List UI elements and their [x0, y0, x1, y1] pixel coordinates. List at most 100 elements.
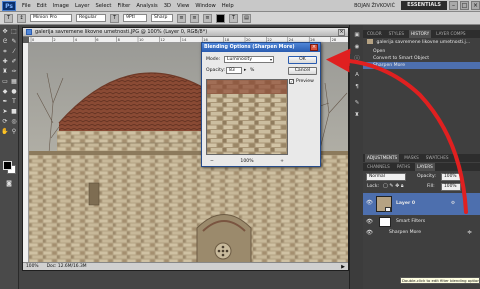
- preview-option[interactable]: ✓ Preview: [289, 79, 314, 84]
- status-menu-arrow-icon[interactable]: ▶: [341, 264, 345, 270]
- marquee-tool-icon[interactable]: ⬚: [10, 28, 18, 36]
- font-family-select[interactable]: Minion Pro: [30, 14, 72, 22]
- tab-adjustments[interactable]: ADJUSTMENTS: [365, 154, 400, 162]
- zoom-tool-icon[interactable]: ⚲: [10, 128, 18, 136]
- eye-icon[interactable]: 👁︎: [366, 219, 373, 225]
- tab-swatches[interactable]: SWATCHES: [424, 154, 451, 162]
- clone-source-icon[interactable]: ♜: [353, 111, 361, 119]
- menu-image[interactable]: Image: [50, 3, 72, 9]
- ok-button[interactable]: OK: [288, 56, 317, 64]
- foreground-color-swatch[interactable]: [3, 161, 12, 170]
- mini-bridge-icon[interactable]: ▣: [353, 31, 361, 39]
- document-close-icon[interactable]: ×: [338, 28, 345, 36]
- close-icon[interactable]: ×: [471, 1, 480, 10]
- tab-layer-comps[interactable]: LAYER COMPS: [434, 30, 467, 38]
- smart-filters-row[interactable]: 👁︎ Smart Filters: [363, 215, 480, 229]
- minimize-icon[interactable]: –: [449, 1, 458, 10]
- path-select-tool-icon[interactable]: ➤: [1, 108, 9, 116]
- workspace-button[interactable]: ESSENTIALS: [401, 1, 447, 10]
- eyedropper-tool-icon[interactable]: ⁄: [10, 48, 18, 56]
- cancel-button[interactable]: Cancel: [288, 67, 317, 75]
- hand-tool-icon[interactable]: ✋: [1, 128, 9, 136]
- character-icon[interactable]: A: [353, 71, 361, 79]
- pen-tool-icon[interactable]: ✒: [1, 98, 9, 106]
- brush-tool-icon[interactable]: ✐: [10, 58, 18, 66]
- text-color-swatch[interactable]: [216, 13, 225, 23]
- menu-select[interactable]: Select: [92, 3, 114, 9]
- preview-checkbox[interactable]: ✓: [289, 79, 294, 84]
- filter-mask-thumbnail[interactable]: [379, 217, 391, 227]
- 3d-rotate-tool-icon[interactable]: ⟳: [1, 118, 9, 126]
- history-item[interactable]: Open: [363, 48, 480, 55]
- blur-tool-icon[interactable]: ◆: [1, 88, 9, 96]
- navigator-icon[interactable]: ◉: [353, 43, 361, 51]
- history-item[interactable]: Convert to Smart Object: [363, 55, 480, 62]
- move-tool-icon[interactable]: ✥: [1, 28, 9, 36]
- smart-filter-sharpen-more[interactable]: 👁︎ Sharpen More ≑: [363, 229, 480, 238]
- lock-icons[interactable]: ▢ ✎ ✥ 🔒︎: [383, 183, 404, 189]
- character-panel-icon[interactable]: ▤: [242, 13, 251, 23]
- dodge-tool-icon[interactable]: ●: [10, 88, 18, 96]
- menu-edit[interactable]: Edit: [34, 3, 50, 9]
- menu-3d[interactable]: 3D: [161, 3, 174, 9]
- font-size-select[interactable]: 9Ptl: [123, 14, 147, 22]
- crop-tool-icon[interactable]: ⌗: [1, 48, 9, 56]
- align-right-icon[interactable]: ≡: [203, 13, 212, 23]
- tab-color[interactable]: COLOR: [365, 30, 384, 38]
- menu-help[interactable]: Help: [219, 3, 237, 9]
- menu-layer[interactable]: Layer: [72, 3, 92, 9]
- menu-window[interactable]: Window: [192, 3, 218, 9]
- layers-opacity-input[interactable]: 100%: [441, 173, 461, 181]
- menu-view[interactable]: View: [174, 3, 192, 9]
- opacity-stepper-icon[interactable]: ▸: [244, 68, 246, 73]
- tab-paths[interactable]: PATHS: [395, 163, 412, 171]
- dialog-titlebar[interactable]: Blending Options (Sharpen More) ×: [202, 43, 320, 52]
- blending-options-icon[interactable]: ≑: [467, 229, 472, 236]
- options-bar: T ↕ Minion Pro Regular T 9Ptl Sharp ≡ ≡ …: [0, 12, 480, 25]
- tab-history[interactable]: HISTORY: [409, 30, 432, 38]
- history-brush-tool-icon[interactable]: ✑: [10, 68, 18, 76]
- clone-stamp-tool-icon[interactable]: ♜: [1, 68, 9, 76]
- menu-filter[interactable]: Filter: [114, 3, 133, 9]
- type-tool-icon[interactable]: T: [10, 98, 18, 106]
- maximize-icon[interactable]: □: [460, 1, 469, 10]
- history-item-selected[interactable]: Sharpen More: [363, 62, 480, 69]
- blend-mode-select[interactable]: Normal: [366, 173, 406, 181]
- mode-select[interactable]: Luminosity ▾: [224, 56, 274, 63]
- lasso-tool-icon[interactable]: ᘓ: [1, 38, 9, 46]
- gradient-tool-icon[interactable]: ▦: [10, 78, 18, 86]
- zoom-out-button[interactable]: −: [210, 159, 214, 164]
- document-titlebar[interactable]: galerija savremene likovne umetnosti.JPG…: [23, 28, 348, 37]
- eye-icon[interactable]: 👁︎: [366, 230, 373, 236]
- shape-tool-icon[interactable]: ■: [10, 108, 18, 116]
- opacity-input[interactable]: 83: [226, 67, 242, 74]
- filter-preview-image[interactable]: [206, 79, 288, 155]
- dialog-close-icon[interactable]: ×: [310, 44, 318, 51]
- orientation-toggle-icon[interactable]: ↕: [17, 13, 26, 23]
- info-icon[interactable]: ⓘ: [353, 55, 361, 63]
- tab-masks[interactable]: MASKS: [402, 154, 421, 162]
- antialias-select[interactable]: Sharp: [151, 14, 173, 22]
- tab-styles[interactable]: STYLES: [387, 30, 406, 38]
- quick-mask-icon[interactable]: ◙: [5, 180, 13, 188]
- healing-tool-icon[interactable]: ✚: [1, 58, 9, 66]
- menu-file[interactable]: File: [19, 3, 34, 9]
- fill-input[interactable]: 100%: [441, 183, 461, 191]
- zoom-level[interactable]: 100%: [26, 264, 39, 269]
- warp-text-icon[interactable]: T: [229, 13, 238, 23]
- tab-channels[interactable]: CHANNELS: [365, 163, 392, 171]
- brush-presets-icon[interactable]: ✎: [353, 99, 361, 107]
- quick-select-tool-icon[interactable]: ✎: [10, 38, 18, 46]
- menu-analysis[interactable]: Analysis: [133, 3, 160, 9]
- zoom-in-button[interactable]: +: [280, 159, 284, 164]
- align-center-icon[interactable]: ≡: [190, 13, 199, 23]
- paragraph-icon[interactable]: ¶: [353, 83, 361, 91]
- eye-icon[interactable]: 👁︎: [366, 200, 373, 206]
- align-left-icon[interactable]: ≡: [177, 13, 186, 23]
- layer-row-layer-0[interactable]: 👁︎ Layer 0 ⚙︎: [363, 193, 480, 215]
- eraser-tool-icon[interactable]: ▭: [1, 78, 9, 86]
- tab-layers[interactable]: LAYERS: [415, 163, 435, 171]
- 3d-orbit-tool-icon[interactable]: ◎: [10, 118, 18, 126]
- font-style-select[interactable]: Regular: [76, 14, 106, 22]
- history-snapshot[interactable]: galerija savremene likovne umetnosti.j..…: [363, 39, 480, 46]
